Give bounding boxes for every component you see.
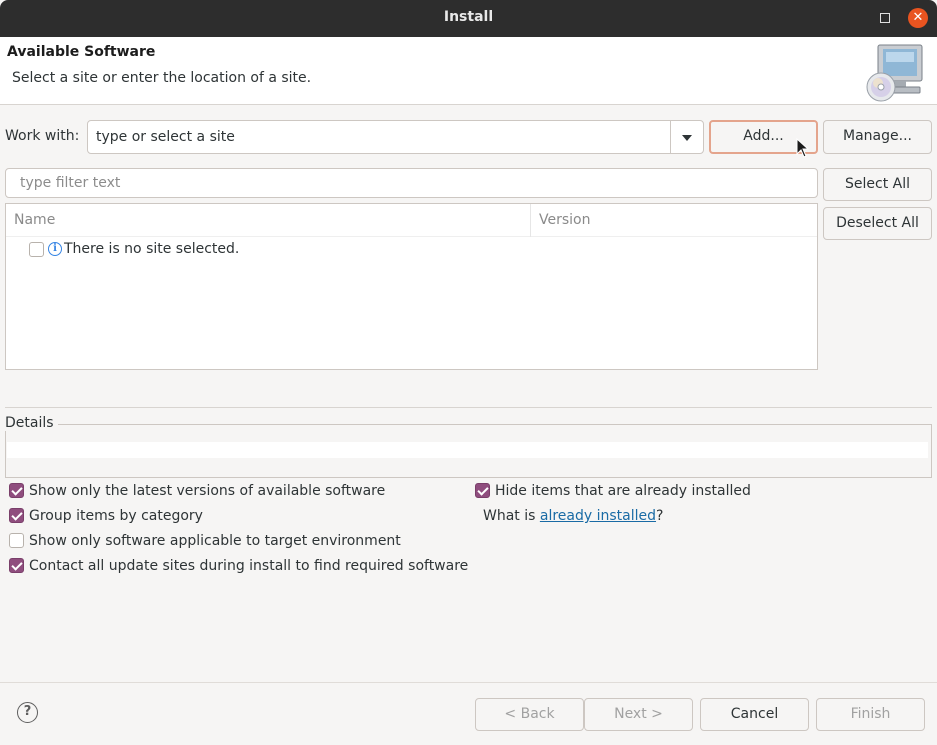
page-title: Available Software bbox=[7, 44, 156, 60]
info-icon: i bbox=[48, 242, 62, 256]
back-button[interactable]: < Back bbox=[475, 698, 584, 731]
filter-input[interactable]: type filter text bbox=[5, 168, 818, 198]
title-bar: Install ✕ bbox=[0, 0, 937, 37]
work-with-value[interactable]: type or select a site bbox=[96, 129, 235, 145]
chevron-down-icon bbox=[682, 135, 692, 141]
cancel-button[interactable]: Cancel bbox=[700, 698, 809, 731]
combo-dropdown-button[interactable] bbox=[670, 121, 703, 153]
work-with-combo[interactable]: type or select a site bbox=[87, 120, 704, 154]
software-table[interactable]: Name Version i There is no site selected… bbox=[5, 203, 818, 370]
contact-sites-checkbox[interactable] bbox=[9, 558, 24, 573]
mouse-cursor-icon bbox=[796, 138, 810, 158]
select-all-button[interactable]: Select All bbox=[823, 168, 932, 201]
target-environment-label[interactable]: Show only software applicable to target … bbox=[29, 533, 401, 550]
computer-cd-icon bbox=[866, 44, 923, 102]
finish-button[interactable]: Finish bbox=[816, 698, 925, 731]
close-icon[interactable]: ✕ bbox=[908, 8, 928, 28]
contact-sites-label[interactable]: Contact all update sites during install … bbox=[29, 558, 468, 575]
divider bbox=[5, 407, 932, 408]
column-header-name[interactable]: Name bbox=[14, 212, 55, 228]
target-environment-checkbox[interactable] bbox=[9, 533, 24, 548]
what-is-prefix: What is bbox=[483, 508, 540, 524]
wizard-banner: Available Software Select a site or ente… bbox=[0, 37, 937, 105]
row-checkbox[interactable] bbox=[29, 242, 44, 257]
filter-placeholder: type filter text bbox=[20, 175, 121, 191]
hide-installed-checkbox[interactable] bbox=[475, 483, 490, 498]
page-description: Select a site or enter the location of a… bbox=[12, 70, 312, 86]
group-by-category-checkbox[interactable] bbox=[9, 508, 24, 523]
details-text-area bbox=[7, 442, 928, 458]
window-title: Install bbox=[443, 9, 494, 25]
work-with-label: Work with: bbox=[5, 128, 80, 144]
latest-versions-checkbox[interactable] bbox=[9, 483, 24, 498]
column-header-version[interactable]: Version bbox=[539, 212, 590, 228]
deselect-all-button[interactable]: Deselect All bbox=[823, 207, 932, 240]
next-button[interactable]: Next > bbox=[584, 698, 693, 731]
table-row[interactable]: i There is no site selected. bbox=[6, 238, 817, 262]
details-label: Details bbox=[5, 415, 58, 431]
group-by-category-label[interactable]: Group items by category bbox=[29, 508, 203, 525]
hide-installed-label[interactable]: Hide items that are already installed bbox=[495, 483, 751, 500]
maximize-icon[interactable] bbox=[880, 13, 890, 23]
row-name: There is no site selected. bbox=[64, 241, 240, 257]
column-divider[interactable] bbox=[530, 204, 531, 237]
help-icon[interactable]: ? bbox=[17, 702, 38, 723]
latest-versions-label[interactable]: Show only the latest versions of availab… bbox=[29, 483, 385, 500]
manage-sites-button[interactable]: Manage... bbox=[823, 120, 932, 154]
table-header: Name Version bbox=[6, 204, 817, 237]
what-is-installed: What is already installed? bbox=[483, 508, 663, 524]
footer-divider bbox=[0, 682, 937, 683]
details-group: Details bbox=[5, 415, 932, 478]
already-installed-link[interactable]: already installed bbox=[540, 508, 656, 524]
what-is-suffix: ? bbox=[656, 508, 664, 524]
